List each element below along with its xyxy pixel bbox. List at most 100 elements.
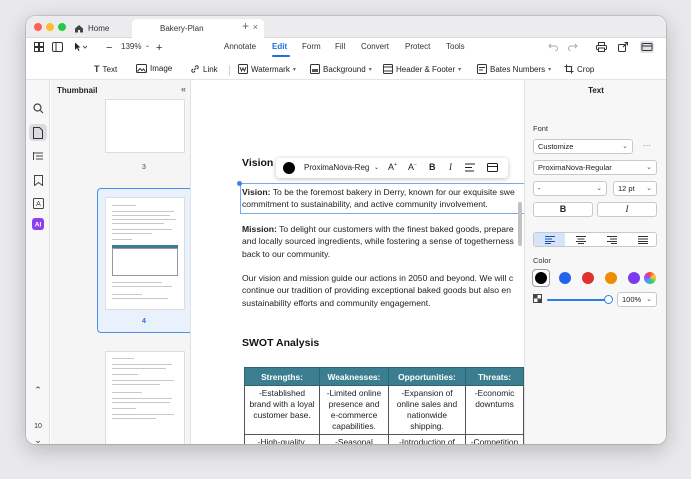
page-thumbnail-3[interactable] (106, 100, 184, 152)
text-box-options-icon[interactable] (487, 163, 498, 174)
next-page-icon[interactable]: ⌄ (26, 435, 50, 444)
bates-numbers-label: Bates Numbers (490, 64, 546, 74)
decrease-font-size-icon[interactable]: A− (408, 162, 417, 172)
opacity-select[interactable]: 100% ⌄ (617, 292, 657, 307)
color-swatch-orange[interactable] (605, 272, 617, 284)
text-format-toolbar: ProximaNova-Reg ⌄ A+ A− B I (276, 158, 508, 178)
undo-icon[interactable] (548, 42, 558, 51)
font-weight-select[interactable]: - ⌄ (533, 181, 607, 196)
color-swatch-blue[interactable] (559, 272, 571, 284)
bold-icon[interactable]: B (429, 162, 436, 172)
tab-tools[interactable]: Tools (446, 42, 465, 51)
chevron-down-icon: ⌄ (596, 185, 602, 192)
zoom-out-icon[interactable]: − (106, 42, 112, 54)
opacity-slider-handle[interactable] (604, 295, 613, 304)
thumbnail-panel: Thumbnail « 3 4 (51, 80, 191, 444)
panel-layout-icon[interactable] (640, 41, 654, 53)
grid-view-icon[interactable] (34, 42, 44, 52)
total-pages: 10 (34, 423, 42, 430)
tab-fill[interactable]: Fill (335, 42, 345, 51)
align-justify-icon[interactable] (627, 233, 658, 246)
redo-icon[interactable] (568, 42, 578, 51)
tab-form[interactable]: Form (302, 42, 321, 51)
align-center-icon[interactable] (565, 233, 596, 246)
crop-button[interactable]: Crop (564, 64, 594, 74)
color-picker-icon[interactable] (644, 272, 656, 284)
vision-mission-paragraph[interactable]: Our vision and mission guide our actions… (242, 272, 524, 309)
tab-annotate[interactable]: Annotate (224, 42, 256, 51)
bookmark-icon[interactable] (32, 174, 44, 186)
color-swatch-black[interactable] (535, 272, 547, 284)
thumbnail-panel-icon[interactable] (29, 124, 47, 141)
select-tool-icon[interactable] (74, 42, 88, 52)
close-tab-icon[interactable]: × (253, 22, 258, 32)
document-viewer: Vision Vision: To be the foremost bakery… (192, 80, 524, 444)
swot-heading[interactable]: SWOT Analysis (242, 337, 319, 349)
crop-label: Crop (577, 64, 595, 74)
collapse-panel-icon[interactable]: « (181, 84, 186, 94)
tab-protect[interactable]: Protect (405, 42, 430, 51)
document-page: Vision Vision: To be the foremost bakery… (192, 80, 524, 444)
vertical-scrollbar[interactable] (518, 202, 522, 246)
close-window-button[interactable] (34, 23, 42, 31)
italic-icon[interactable]: I (449, 162, 452, 172)
mission-paragraph[interactable]: Mission: To delight our customers with t… (242, 223, 524, 260)
table-cell: -Economic downturns (465, 385, 524, 435)
thumbnail-panel-title: Thumbnail (57, 86, 98, 95)
text-style-select[interactable]: Customize ⌄ (533, 139, 633, 154)
background-button[interactable]: Background ▾ (310, 64, 372, 74)
font-color-button[interactable] (283, 162, 295, 174)
font-name-select[interactable]: ProximaNova-Reg (304, 163, 369, 172)
page-thumbnail-5[interactable] (106, 352, 184, 444)
text-properties-panel: Text Font Customize ⌄ ··· ProximaNova-Reg… (524, 80, 666, 444)
home-icon (75, 25, 83, 33)
align-left-icon[interactable] (534, 233, 565, 246)
outline-icon[interactable] (32, 150, 44, 162)
tab-edit[interactable]: Edit (272, 42, 287, 51)
italic-button[interactable]: I (597, 202, 657, 217)
header-footer-dropdown-icon: ▾ (458, 66, 462, 73)
chevron-down-icon: ⌄ (646, 185, 652, 192)
page-thumbnail-4[interactable] (106, 198, 184, 309)
watermark-button[interactable]: Watermark ▾ (238, 64, 296, 74)
add-image-button[interactable]: Image (136, 64, 172, 73)
header-footer-icon (383, 64, 393, 74)
sidebar-toggle-icon[interactable] (52, 42, 63, 52)
tab-convert[interactable]: Convert (361, 42, 389, 51)
zoom-dropdown-icon[interactable]: ⌄ (145, 42, 150, 49)
table-cell: -Expansion of online sales and nationwid… (387, 385, 467, 435)
main-toolbar: − 139% ⌄ + Annotate Edit Form Fill Conve… (26, 38, 666, 60)
header-footer-label: Header & Footer (396, 64, 456, 74)
print-icon[interactable] (596, 42, 607, 52)
color-swatch-red[interactable] (582, 272, 594, 284)
bold-button[interactable]: B (533, 202, 593, 217)
ai-assistant-icon[interactable]: AI (32, 218, 44, 230)
font-size-select[interactable]: 12 pt ⌄ (613, 181, 657, 196)
add-link-button[interactable]: Link (190, 64, 218, 74)
vision-paragraph[interactable]: Vision: To be the foremost bakery in Der… (242, 186, 524, 211)
add-tab-icon[interactable]: + (242, 19, 249, 33)
more-options-icon[interactable]: ··· (643, 141, 651, 150)
vision-heading[interactable]: Vision (242, 157, 273, 169)
bates-numbers-button[interactable]: Bates Numbers ▾ (477, 64, 551, 74)
header-footer-button[interactable]: Header & Footer ▾ (383, 64, 461, 74)
font-dropdown-icon[interactable]: ⌄ (374, 164, 379, 171)
swot-header-strengths: Strengths: (243, 367, 321, 386)
zoom-in-icon[interactable]: + (156, 42, 162, 54)
align-right-icon[interactable] (596, 233, 627, 246)
zoom-level[interactable]: 139% (121, 42, 141, 51)
table-cell: -Limited online presence and e-commerce … (319, 385, 389, 435)
share-icon[interactable] (618, 42, 628, 52)
color-swatch-purple[interactable] (628, 272, 640, 284)
font-family-select[interactable]: ProximaNova-Regular ⌄ (533, 160, 657, 175)
increase-font-size-icon[interactable]: A+ (388, 162, 397, 172)
previous-page-icon[interactable]: ⌃ (26, 385, 50, 396)
vision-label: Vision: (242, 187, 271, 197)
align-icon[interactable] (465, 163, 475, 174)
maximize-window-button[interactable] (58, 23, 66, 31)
minimize-window-button[interactable] (46, 23, 54, 31)
add-text-button[interactable]: T Text (94, 64, 117, 74)
opacity-slider[interactable] (547, 299, 607, 301)
search-icon[interactable] (32, 102, 44, 114)
attachment-icon[interactable]: A (32, 197, 44, 209)
